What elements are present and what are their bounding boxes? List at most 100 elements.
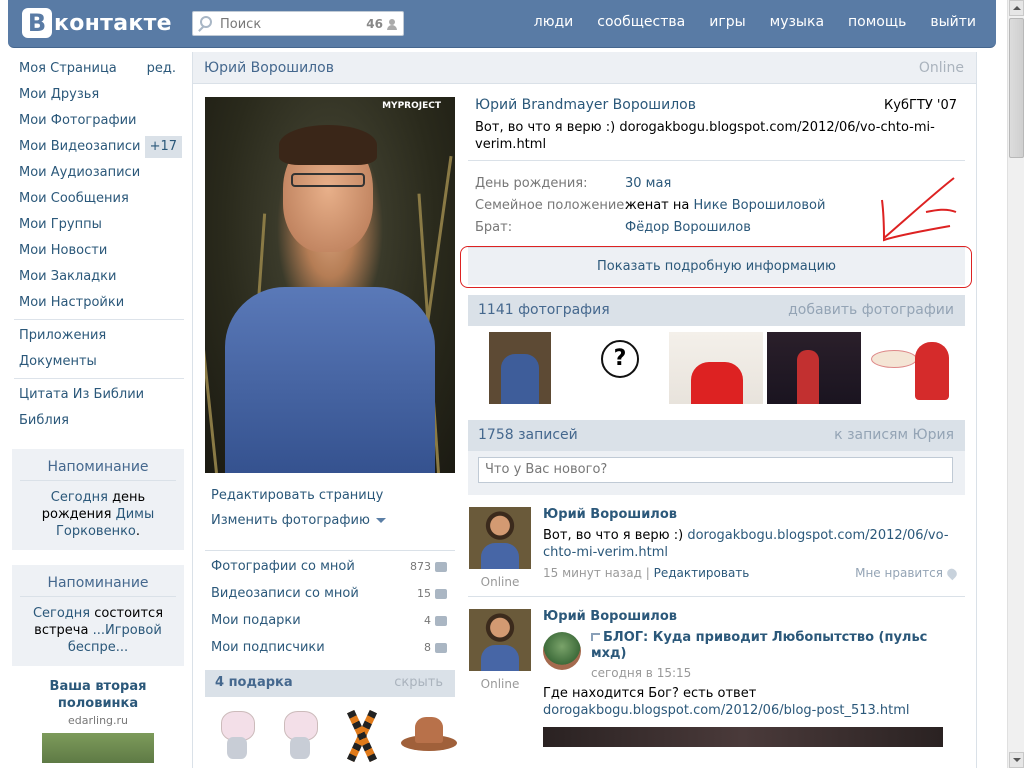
ad-domain: edarling.ru [67, 714, 129, 727]
gift-ribbon-icon[interactable] [338, 707, 384, 763]
profile-status[interactable]: Вот, во что я верю :) dorogakbogu.blogsp… [475, 119, 945, 153]
nav-logout[interactable]: выйти [930, 14, 976, 30]
gift-kitten-icon[interactable] [276, 707, 322, 763]
menu-label: Мои Группы [19, 217, 102, 232]
edit-page-link[interactable]: Редактировать страницу [211, 488, 386, 503]
menu-bible[interactable]: Библия [12, 408, 184, 434]
today-link[interactable]: Сегодня [51, 490, 108, 505]
ad-block[interactable]: Ваша вторая половинка edarling.ru [12, 678, 184, 763]
search-input[interactable]: Поиск 46 [192, 11, 404, 36]
scroll-up-icon[interactable] [1009, 0, 1024, 16]
page-scrollbar[interactable] [1007, 0, 1024, 768]
post-time[interactable]: 15 минут назад [543, 566, 642, 580]
counter-followers[interactable]: Мои подписчики 8 [205, 634, 455, 661]
profile-actions: Редактировать страницу Изменить фотограф… [211, 488, 386, 538]
menu-my-photos[interactable]: Мои Фотографии [12, 108, 184, 134]
menu-apps[interactable]: Приложения [12, 323, 184, 349]
menu-label: Мои Новости [19, 243, 108, 258]
like-label: Мне нравится [855, 566, 943, 580]
gift-cowboy-hat-icon[interactable] [400, 707, 457, 763]
photos-header: 1141 фотография добавить фотографии [468, 295, 965, 326]
menu-my-messages[interactable]: Мои Сообщения [12, 186, 184, 212]
ad-title[interactable]: Ваша вторая половинка [12, 678, 184, 712]
counter-value: 15 [417, 587, 431, 600]
scroll-thumb[interactable] [1009, 18, 1024, 158]
counter-value: 873 [410, 560, 431, 573]
add-photos-link[interactable]: добавить фотографии [788, 302, 954, 318]
counter-photos-with-me[interactable]: Фотографии со мной 873 [205, 553, 455, 580]
today-link[interactable]: Сегодня [33, 606, 90, 621]
menu-label: Библия [19, 413, 69, 428]
top-nav: люди сообщества игры музыка помощь выйти [534, 14, 976, 30]
menu-my-settings[interactable]: Мои Настройки [12, 290, 184, 316]
nav-communities[interactable]: сообщества [597, 14, 685, 30]
wall-count-link[interactable]: 1758 записей [478, 427, 578, 443]
photo-thumb[interactable] [571, 332, 665, 404]
nav-music[interactable]: музыка [770, 14, 824, 30]
film-icon [435, 589, 447, 599]
gifts-hide-link[interactable]: скрыть [394, 675, 443, 690]
post-text-plain: Где находится Бог? есть ответ [543, 686, 757, 701]
menu-my-news[interactable]: Мои Новости [12, 238, 184, 264]
avatar[interactable] [469, 507, 531, 569]
show-more-info-button[interactable]: Показать подробную информацию [460, 246, 972, 288]
menu-documents[interactable]: Документы [12, 349, 184, 375]
post-author[interactable]: Юрий Ворошилов [543, 609, 965, 624]
menu-label: Моя Страница [19, 61, 117, 76]
post-author[interactable]: Юрий Ворошилов [543, 507, 965, 522]
menu-my-audio[interactable]: Мои Аудиозаписи [12, 160, 184, 186]
counter-label: Мои подписчики [211, 640, 325, 655]
repost-title-text: БЛОГ: Куда приводит Любопытство (пульс м… [591, 630, 928, 661]
spouse-link[interactable]: Нике Ворошиловой [693, 198, 825, 213]
nav-people[interactable]: люди [534, 14, 574, 30]
info-label: День рождения: [475, 176, 588, 191]
photo-detail [291, 173, 365, 187]
post-image[interactable] [543, 727, 943, 747]
profile-photo[interactable]: MYPROJECT [205, 97, 455, 473]
nav-help[interactable]: помощь [848, 14, 906, 30]
menu-bible-quote[interactable]: Цитата Из Библии [12, 382, 184, 408]
online-status: Online [918, 60, 964, 76]
menu-my-groups[interactable]: Мои Группы [12, 212, 184, 238]
repost-title[interactable]: БЛОГ: Куда приводит Любопытство (пульс м… [591, 630, 965, 662]
university[interactable]: КубГТУ '07 [884, 98, 957, 113]
repost-time[interactable]: сегодня в 15:15 [591, 666, 965, 680]
reminder-text: Сегодня состоится встреча ...Игровой бес… [20, 605, 176, 656]
repost-source-avatar[interactable] [543, 632, 581, 670]
change-photo-link[interactable]: Изменить фотографию [211, 513, 386, 528]
menu-my-page[interactable]: Моя Страница ред. [12, 56, 184, 82]
logo-text: контакте [54, 10, 172, 36]
vk-logo[interactable]: В контакте [22, 8, 172, 38]
wall-post-input[interactable]: Что у Вас нового? [478, 457, 953, 483]
brother-link[interactable]: Фёдор Ворошилов [625, 217, 751, 239]
menu-my-bookmarks[interactable]: Мои Закладки [12, 264, 184, 290]
ad-image[interactable] [42, 733, 154, 763]
gifts-title[interactable]: 4 подарка [215, 675, 293, 690]
menu-my-videos[interactable]: Мои Видеозаписи +17 [12, 134, 184, 160]
reminder-title: Напоминание [20, 459, 176, 481]
counter-gifts[interactable]: Мои подарки 4 [205, 607, 455, 634]
photo-thumb[interactable] [767, 332, 861, 404]
photo-detail [279, 125, 377, 165]
photo-thumb[interactable] [865, 332, 959, 404]
post-link[interactable]: dorogakbogu.blogspot.com/2012/06/blog-po… [543, 703, 910, 718]
scroll-down-icon[interactable] [1009, 752, 1024, 768]
nav-games[interactable]: игры [709, 14, 745, 30]
edit-link[interactable]: ред. [147, 56, 176, 82]
menu-label: Цитата Из Библии [19, 387, 145, 402]
birthday-link[interactable]: 30 мая [625, 173, 671, 195]
gift-kitten-icon[interactable] [213, 707, 259, 763]
avatar[interactable] [469, 609, 531, 671]
post-edit-link[interactable]: Редактировать [654, 566, 750, 580]
post-text: Вот, во что я верю :) dorogakbogu.blogsp… [543, 527, 963, 561]
counter-value: 4 [424, 614, 431, 627]
marital-prefix: женат на [625, 198, 694, 213]
photo-thumb[interactable] [669, 332, 763, 404]
counter-videos-with-me[interactable]: Видеозаписи со мной 15 [205, 580, 455, 607]
photo-thumb[interactable] [473, 332, 567, 404]
profile-name: Юрий Ворошилов [204, 60, 334, 76]
like-button[interactable]: Мне нравится [855, 566, 959, 581]
photos-count-link[interactable]: 1141 фотография [478, 302, 610, 318]
menu-my-friends[interactable]: Мои Друзья [12, 82, 184, 108]
to-posts-link[interactable]: к записям Юрия [834, 427, 954, 443]
